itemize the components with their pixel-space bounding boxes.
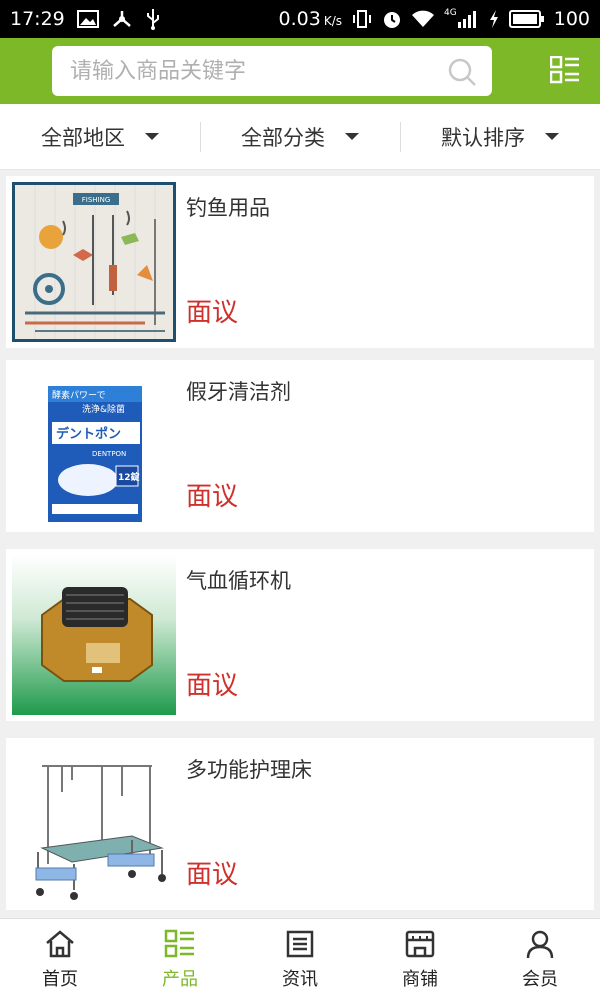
filter-category-label: 全部分类	[241, 125, 325, 150]
news-icon	[286, 930, 314, 957]
vibrate-icon	[351, 9, 373, 29]
shop-icon	[405, 930, 435, 957]
product-price: 面议	[186, 298, 239, 328]
header	[0, 38, 600, 104]
charging-icon	[488, 9, 500, 29]
tab-news-label: 资讯	[282, 968, 318, 990]
usb-icon	[145, 8, 161, 30]
svg-text:デントポン: デントポン	[56, 426, 121, 442]
tab-news[interactable]: 资讯	[240, 919, 360, 1000]
image-icon	[76, 10, 99, 28]
search-box[interactable]	[52, 46, 492, 96]
tab-home-label: 首页	[42, 968, 78, 990]
share-icon	[111, 9, 133, 29]
tab-shop[interactable]: 商铺	[360, 919, 480, 1000]
search-input[interactable]	[70, 58, 430, 84]
list-menu-icon	[549, 55, 579, 84]
status-speed-unit: K/s	[323, 14, 343, 28]
svg-text:洗浄&除菌: 洗浄&除菌	[82, 403, 125, 415]
signal-icon: 4G	[444, 8, 479, 28]
tab-home[interactable]: 首页	[0, 919, 120, 1000]
filter-category[interactable]: 全部分类	[200, 104, 400, 169]
alarm-icon	[382, 9, 402, 29]
product-list-icon	[164, 929, 194, 957]
dropdown-caret-icon	[145, 133, 159, 140]
dropdown-caret-icon	[545, 133, 559, 140]
svg-text:酵素パワーで: 酵素パワーで	[52, 389, 105, 401]
bottom-tab-bar: 首页 产品 资讯 商铺 会员	[0, 918, 600, 1000]
tab-products-label: 产品	[162, 968, 198, 990]
tab-products[interactable]: 产品	[120, 919, 240, 1000]
filter-region-label: 全部地区	[41, 125, 125, 150]
wifi-icon	[411, 10, 435, 28]
product-card[interactable]: 多功能护理床 面议	[6, 738, 594, 910]
product-image-denture-cleaner: 酵素パワーで 洗浄&除菌 デントポン DENTPON 12錠	[12, 366, 176, 526]
home-icon	[46, 929, 74, 957]
product-name: 气血循环机	[186, 569, 291, 593]
product-price: 面议	[186, 671, 239, 701]
battery-level: 100	[553, 8, 590, 30]
user-icon	[526, 930, 554, 958]
filter-region[interactable]: 全部地区	[0, 104, 200, 169]
tab-member-label: 会员	[522, 968, 558, 990]
svg-text:DENTPON: DENTPON	[92, 450, 126, 458]
filter-sort-label: 默认排序	[441, 125, 525, 150]
product-image-nursing-bed	[12, 744, 176, 904]
product-name: 钓鱼用品	[186, 196, 270, 220]
filter-sort[interactable]: 默认排序	[400, 104, 600, 169]
status-bar: 17:29 0.03 K/s 4G 100	[0, 0, 600, 38]
battery-icon	[508, 9, 545, 29]
search-icon[interactable]	[448, 58, 476, 90]
product-image-circulation-machine	[12, 555, 176, 715]
filter-bar: 全部地区 全部分类 默认排序	[0, 104, 600, 170]
status-time: 17:29	[10, 8, 65, 30]
svg-text:12錠: 12錠	[118, 471, 141, 483]
product-card[interactable]: 酵素パワーで 洗浄&除菌 デントポン DENTPON 12錠 假牙清洁剂 面议	[6, 360, 594, 532]
product-card[interactable]: 气血循环机 面议	[6, 549, 594, 721]
product-price: 面议	[186, 482, 239, 512]
svg-text:FISHING: FISHING	[82, 196, 111, 204]
product-name: 假牙清洁剂	[186, 380, 291, 404]
product-card[interactable]: FISHING 钓鱼用品 面议	[6, 176, 594, 348]
product-image-fishing: FISHING	[12, 182, 176, 342]
dropdown-caret-icon	[345, 133, 359, 140]
product-price: 面议	[186, 860, 239, 890]
tab-shop-label: 商铺	[402, 968, 438, 990]
status-speed: 0.03	[278, 8, 321, 30]
tab-member[interactable]: 会员	[480, 919, 600, 1000]
category-menu-button[interactable]	[549, 55, 580, 88]
product-name: 多功能护理床	[186, 758, 312, 782]
